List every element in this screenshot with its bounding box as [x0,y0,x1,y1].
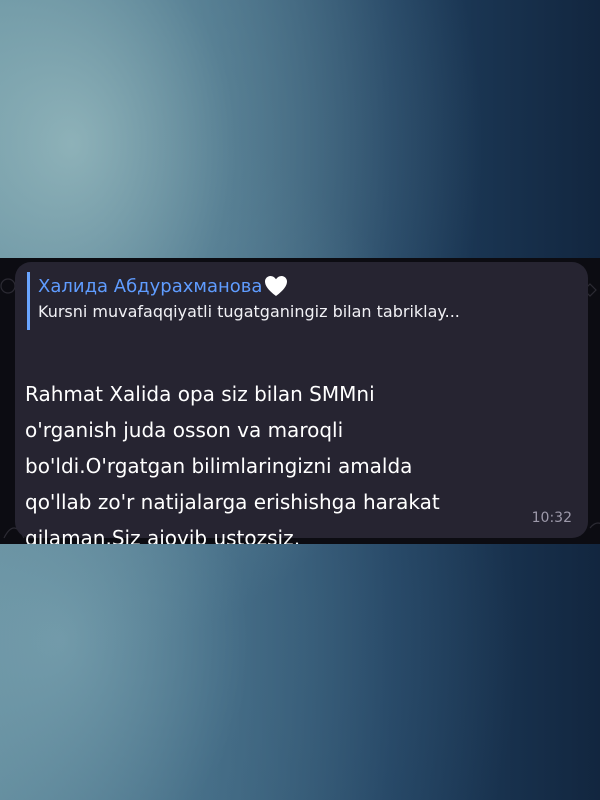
reply-quote[interactable]: Халида Абдурахманова Kursni muvafaqqiyat… [27,272,577,330]
reply-author: Халида Абдурахманова [38,272,577,300]
message-body: Rahmat Xalida opa siz bilan SMMni o'rgan… [25,340,555,544]
reply-author-name: Халида Абдурахманова [38,275,263,297]
message-text: Rahmat Xalida opa siz bilan SMMni o'rgan… [25,382,440,544]
reply-preview-text: Kursni muvafaqqiyatli tugatganingiz bila… [38,302,460,321]
white-heart-icon [264,275,288,297]
message-bubble[interactable]: Халида Абдурахманова Kursni muvafaqqiyat… [15,262,588,544]
message-timestamp: 10:32 [531,510,572,526]
chat-strip: Халида Абдурахманова Kursni muvafaqqiyat… [0,258,600,544]
